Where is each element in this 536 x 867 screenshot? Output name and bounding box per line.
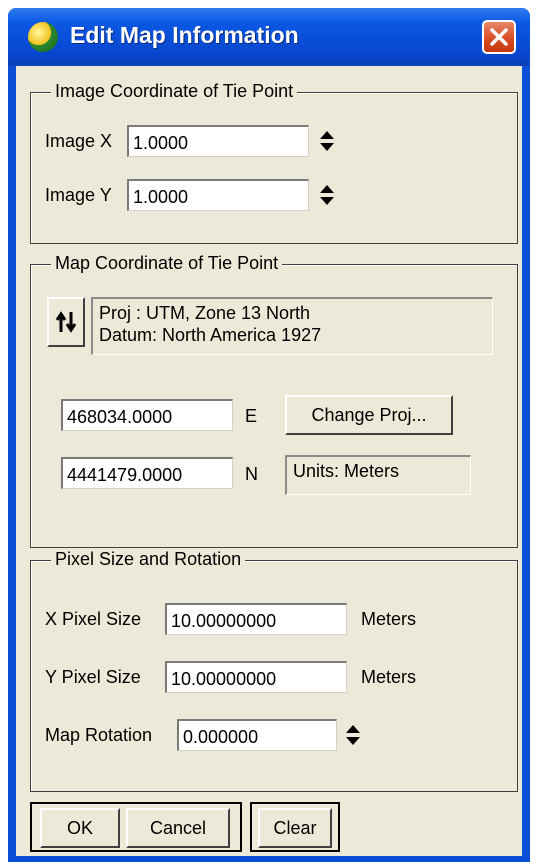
pixel-size-group-label: Pixel Size and Rotation: [51, 549, 246, 570]
change-proj-button[interactable]: Change Proj...: [285, 395, 453, 435]
map-rotation-spinner[interactable]: [343, 722, 363, 748]
image-y-input[interactable]: [127, 179, 309, 211]
ok-cancel-frame: OK Cancel: [30, 802, 242, 852]
edit-map-info-window: Edit Map Information Image Coordinate of…: [8, 8, 530, 862]
easting-unit-label: E: [245, 406, 258, 426]
northing-unit-label: N: [245, 464, 258, 484]
dialog-body: Image Coordinate of Tie Point Image X Im…: [16, 66, 522, 856]
map-coordinate-group-label: Map Coordinate of Tie Point: [51, 253, 283, 274]
image-coordinate-group-label: Image Coordinate of Tie Point: [51, 81, 298, 102]
image-y-label: Image Y: [45, 185, 112, 205]
clear-frame: Clear: [250, 802, 340, 852]
image-coordinate-group: Image Coordinate of Tie Point Image X Im…: [30, 81, 518, 244]
datum-text: Datum: North America 1927: [99, 325, 322, 345]
y-pixel-size-unit: Meters: [361, 667, 417, 687]
map-coordinate-group: Map Coordinate of Tie Point Proj : UTM, …: [30, 253, 518, 548]
x-pixel-size-unit: Meters: [361, 609, 417, 629]
cancel-button[interactable]: Cancel: [126, 808, 230, 848]
app-globe-icon: [28, 22, 58, 52]
window-title: Edit Map Information: [70, 22, 299, 48]
image-x-spinner[interactable]: [317, 128, 337, 154]
projection-info-box: Proj : UTM, Zone 13 North Datum: North A…: [91, 297, 493, 355]
x-pixel-size-label: X Pixel Size: [45, 609, 142, 629]
projection-text: Proj : UTM, Zone 13 North: [99, 303, 311, 323]
x-pixel-size-input[interactable]: [165, 603, 347, 635]
clear-button[interactable]: Clear: [258, 808, 332, 848]
y-pixel-size-label: Y Pixel Size: [45, 667, 141, 687]
image-x-input[interactable]: [127, 125, 309, 157]
image-x-label: Image X: [45, 131, 113, 151]
close-button[interactable]: [482, 20, 516, 54]
easting-input[interactable]: [61, 399, 233, 431]
ok-button[interactable]: OK: [40, 808, 120, 848]
toggle-projection-button[interactable]: [47, 297, 85, 347]
swap-arrows-icon: [55, 311, 77, 333]
map-rotation-input[interactable]: [177, 719, 337, 751]
map-rotation-label: Map Rotation: [45, 725, 153, 745]
close-icon: [490, 28, 508, 46]
image-y-spinner[interactable]: [317, 182, 337, 208]
y-pixel-size-input[interactable]: [165, 661, 347, 693]
units-display: Units: Meters: [285, 455, 471, 495]
pixel-size-group: Pixel Size and Rotation X Pixel Size Met…: [30, 549, 518, 792]
northing-input[interactable]: [61, 457, 233, 489]
title-bar[interactable]: Edit Map Information: [8, 8, 530, 66]
